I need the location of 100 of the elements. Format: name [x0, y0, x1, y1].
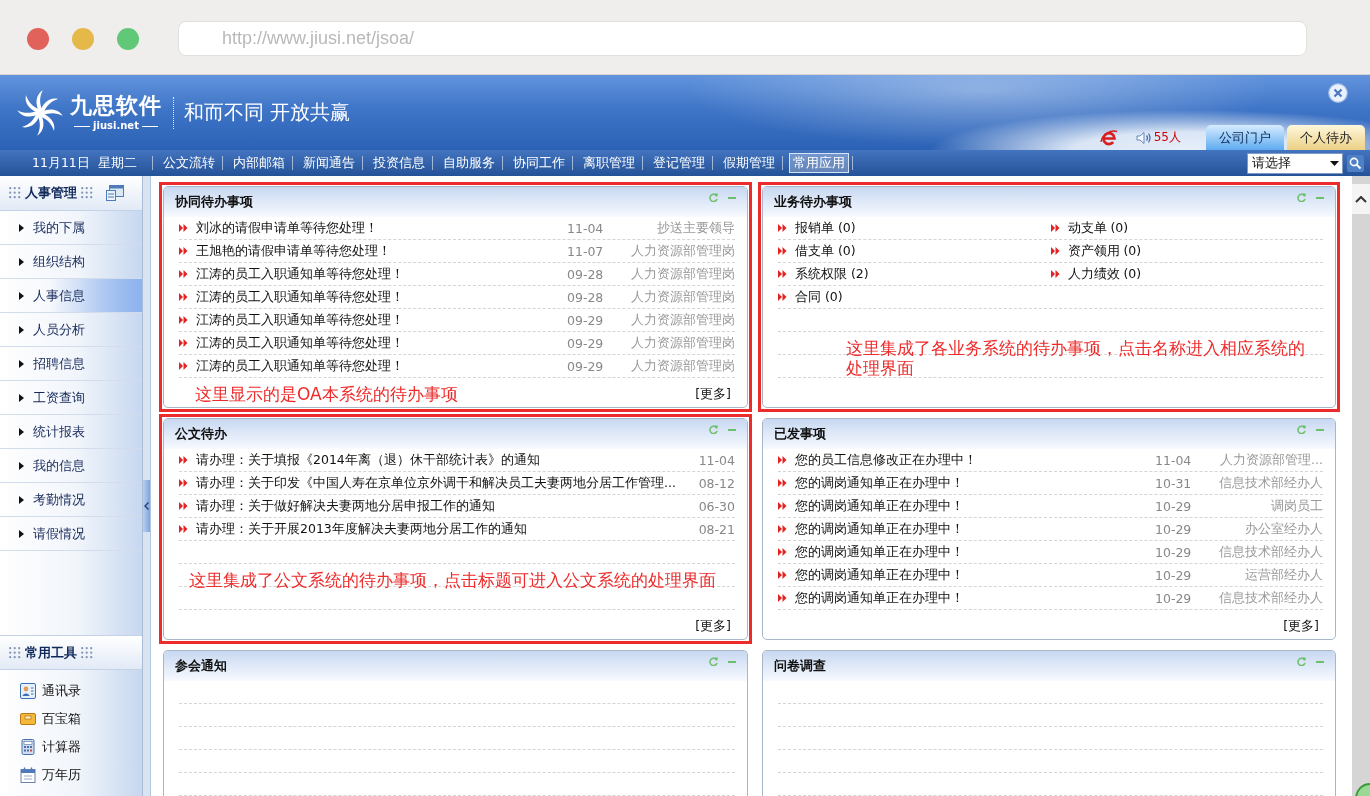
tool-item[interactable]: 计算器 — [0, 733, 142, 761]
window-icon[interactable] — [106, 185, 124, 201]
sidebar-item[interactable]: 人员分析 — [0, 313, 142, 347]
todo-link[interactable]: 您的调岗通知单正在办理中！ — [795, 566, 964, 584]
double-arrow-icon — [179, 502, 188, 510]
todo-link[interactable]: 江涛的员工入职通知单等待您处理！ — [196, 311, 404, 329]
todo-link[interactable]: 请办理：关于做好解决夫妻两地分居申报工作的通知 — [196, 497, 495, 515]
minimize-icon[interactable] — [1316, 196, 1324, 199]
nav-link[interactable]: 登记管理 — [649, 153, 709, 173]
nav-link[interactable]: 公文流转 — [159, 153, 219, 173]
todo-link[interactable]: 您的调岗通知单正在办理中！ — [795, 589, 964, 607]
sidebar-item[interactable]: 工资查询 — [0, 381, 142, 415]
refresh-icon[interactable] — [709, 657, 718, 666]
minimize-icon[interactable] — [728, 428, 736, 431]
date-text: 09-28 — [567, 289, 604, 305]
todo-link[interactable]: 刘冰的请假申请单等待您处理！ — [196, 219, 378, 237]
date-text: 10-31 — [1155, 475, 1192, 491]
todo-link[interactable]: 您的调岗通知单正在办理中！ — [795, 520, 964, 538]
todo-link[interactable]: 合同 (0) — [795, 288, 843, 306]
minimize-icon[interactable] — [728, 660, 736, 663]
nav-link[interactable]: 自助服务 — [439, 153, 499, 173]
sidebar-item[interactable]: 组织结构 — [0, 245, 142, 279]
refresh-icon[interactable] — [1297, 425, 1306, 434]
double-arrow-icon — [179, 316, 188, 324]
todo-link[interactable]: 王旭艳的请假申请单等待您处理！ — [196, 242, 391, 260]
date-text: 10-29 — [1155, 567, 1192, 583]
refresh-icon[interactable] — [1297, 193, 1306, 202]
department-text: 人力资源部管理岗 — [631, 334, 735, 352]
scrollbar[interactable] — [1352, 176, 1370, 796]
nav-link[interactable]: 投资信息 — [369, 153, 429, 173]
date-text: 08-12 — [698, 475, 735, 491]
todo-link[interactable]: 您的员工信息修改正在办理中！ — [795, 451, 977, 469]
close-icon[interactable] — [1328, 83, 1348, 103]
department-text: 信息技术部经办人 — [1219, 474, 1323, 492]
tool-item[interactable]: 万年历 — [0, 761, 142, 789]
collapse-handle[interactable] — [143, 480, 150, 532]
tab[interactable]: 个人待办 — [1287, 125, 1365, 150]
tool-item[interactable]: 百宝箱 — [0, 705, 142, 733]
grip-icon — [9, 187, 21, 199]
tool-item[interactable]: 通讯录 — [0, 677, 142, 705]
date-text: 11-04 — [567, 220, 604, 236]
more-link[interactable]: [更多] — [695, 385, 731, 403]
sidebar-item[interactable]: 招聘信息 — [0, 347, 142, 381]
round-button-icon[interactable] — [1354, 782, 1370, 796]
caret-down-icon — [1330, 160, 1339, 166]
domain-name: jiusi.net — [93, 120, 139, 132]
todo-link[interactable]: 您的调岗通知单正在办理中！ — [795, 497, 964, 515]
todo-link[interactable]: 资产领用 (0) — [1067, 242, 1142, 260]
sidebar-item[interactable]: 考勤情况 — [0, 483, 142, 517]
double-arrow-icon — [179, 293, 188, 301]
nav-link[interactable]: 新闻通告 — [299, 153, 359, 173]
window-control-button[interactable] — [72, 27, 94, 50]
sidebar-item[interactable]: 人事信息 — [0, 279, 142, 313]
sidebar-item[interactable]: 请假情况 — [0, 517, 142, 551]
toolbox-icon — [20, 711, 36, 727]
more-link[interactable]: [更多] — [1283, 617, 1319, 635]
todo-link[interactable]: 江涛的员工入职通知单等待您处理！ — [196, 288, 404, 306]
todo-link[interactable]: 请办理：关于填报《2014年离（退）休干部统计表》的通知 — [196, 451, 540, 469]
window-control-button[interactable] — [27, 27, 49, 50]
todo-link[interactable]: 请办理：关于开展2013年度解决夫妻两地分居工作的通知 — [196, 520, 527, 538]
date-text: 09-29 — [567, 335, 604, 351]
double-arrow-icon — [778, 479, 787, 487]
todo-link[interactable]: 请办理：关于印发《中国人寿在京单位京外调干和解决员工夫妻两地分居工作管理... — [196, 474, 676, 492]
speaker-icon[interactable] — [1135, 130, 1152, 145]
tab[interactable]: 公司门户 — [1206, 125, 1284, 150]
nav-link[interactable]: 假期管理 — [719, 153, 779, 173]
double-arrow-icon — [179, 224, 188, 232]
sidebar-item[interactable]: 我的下属 — [0, 211, 142, 245]
todo-link[interactable]: 动支单 (0) — [1067, 219, 1129, 237]
todo-link[interactable]: 江涛的员工入职通知单等待您处理！ — [196, 357, 404, 375]
window-control-button[interactable] — [117, 27, 139, 50]
nav-link[interactable]: 内部邮箱 — [229, 153, 289, 173]
todo-link[interactable]: 江涛的员工入职通知单等待您处理！ — [196, 265, 404, 283]
todo-link[interactable]: 江涛的员工入职通知单等待您处理！ — [196, 334, 404, 352]
department-text: 信息技术部经办人 — [1219, 589, 1323, 607]
nav-link[interactable]: 离职管理 — [579, 153, 639, 173]
todo-link[interactable]: 报销单 (0) — [795, 219, 856, 237]
refresh-icon[interactable] — [709, 193, 718, 202]
todo-link[interactable]: 您的调岗通知单正在办理中！ — [795, 543, 964, 561]
todo-link[interactable]: 人力绩效 (0) — [1067, 265, 1142, 283]
select-field[interactable]: 请选择 — [1247, 152, 1343, 174]
todo-link[interactable]: 系统权限 (2) — [795, 265, 869, 283]
minimize-icon[interactable] — [728, 196, 736, 199]
scroll-up-button[interactable] — [1352, 184, 1370, 214]
sidebar-item[interactable]: 我的信息 — [0, 449, 142, 483]
search-icon[interactable] — [1347, 154, 1364, 172]
department-text: 抄送主要领导 — [657, 219, 735, 237]
department-text: 人力资源部管理岗 — [631, 265, 735, 283]
minimize-icon[interactable] — [1316, 660, 1324, 663]
minimize-icon[interactable] — [1316, 428, 1324, 431]
more-link[interactable]: [更多] — [695, 617, 731, 635]
refresh-icon[interactable] — [709, 425, 718, 434]
double-arrow-icon — [179, 339, 188, 347]
nav-link[interactable]: 协同工作 — [509, 153, 569, 173]
refresh-icon[interactable] — [1297, 657, 1306, 666]
browser-icon[interactable] — [1099, 128, 1118, 147]
calendar-icon — [20, 767, 36, 783]
todo-link[interactable]: 借支单 (0) — [795, 242, 856, 260]
sidebar-item[interactable]: 统计报表 — [0, 415, 142, 449]
todo-link[interactable]: 您的调岗通知单正在办理中！ — [795, 474, 964, 492]
